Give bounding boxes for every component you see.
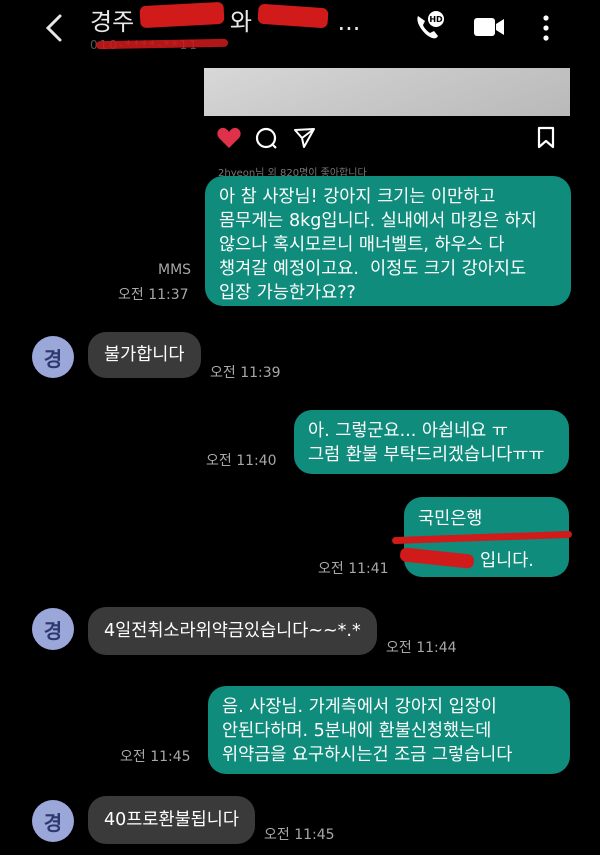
- contact-avatar[interactable]: 경: [32, 800, 74, 842]
- chat-header: 경주 와 ... 010-****-**11 HD: [0, 0, 600, 62]
- bookmark-icon[interactable]: [536, 126, 556, 150]
- mms-label: MMS: [158, 262, 192, 278]
- incoming-message[interactable]: 40프로환불됩니다: [88, 796, 255, 844]
- shared-post-image[interactable]: [204, 68, 570, 116]
- message-time: 오전 11:40: [206, 453, 277, 469]
- outgoing-message[interactable]: 아. 그렇군요... 아쉽네요 ㅠ 그럼 환불 부탁드리겠습니다ㅠㅠ: [294, 410, 569, 474]
- title-mid: 와: [229, 8, 252, 36]
- share-icon[interactable]: [292, 126, 318, 150]
- svg-text:HD: HD: [429, 15, 443, 24]
- outgoing-message[interactable]: 음. 사장님. 가게측에서 강아지 입장이 안된다하며. 5분내에 환불신청했는…: [208, 686, 570, 774]
- outgoing-message[interactable]: 아 참 사장님! 강아지 크기는 이만하고 몸무게는 8kg입니다. 실내에서 …: [205, 176, 571, 306]
- incoming-message[interactable]: 4일전취소라위약금있습니다~~*.*: [88, 607, 377, 655]
- message-time: 오전 11:45: [120, 749, 191, 765]
- message-time: 오전 11:41: [318, 561, 389, 577]
- message-time: 오전 11:39: [210, 365, 281, 381]
- bank-name: 국민은행: [418, 509, 483, 529]
- title-redaction-1: [139, 1, 225, 29]
- contact-avatar[interactable]: 경: [32, 608, 74, 650]
- message-time: 오전 11:44: [386, 640, 457, 656]
- heart-icon[interactable]: [216, 126, 242, 150]
- more-vertical-icon[interactable]: [540, 14, 552, 42]
- title-prefix: 경주: [90, 8, 135, 36]
- title-suffix: ...: [337, 8, 361, 36]
- message-time: 오전 11:45: [264, 827, 335, 843]
- phone-redaction: [95, 38, 229, 50]
- video-call-icon[interactable]: [472, 14, 506, 40]
- message-text-end: 입니다.: [480, 551, 534, 571]
- comment-icon[interactable]: [254, 126, 280, 150]
- hd-call-icon[interactable]: HD: [412, 10, 446, 44]
- incoming-message[interactable]: 불가합니다: [88, 332, 201, 378]
- contact-avatar[interactable]: 경: [32, 336, 74, 378]
- back-arrow-icon[interactable]: [40, 12, 68, 44]
- message-time: 오전 11:37: [118, 287, 189, 303]
